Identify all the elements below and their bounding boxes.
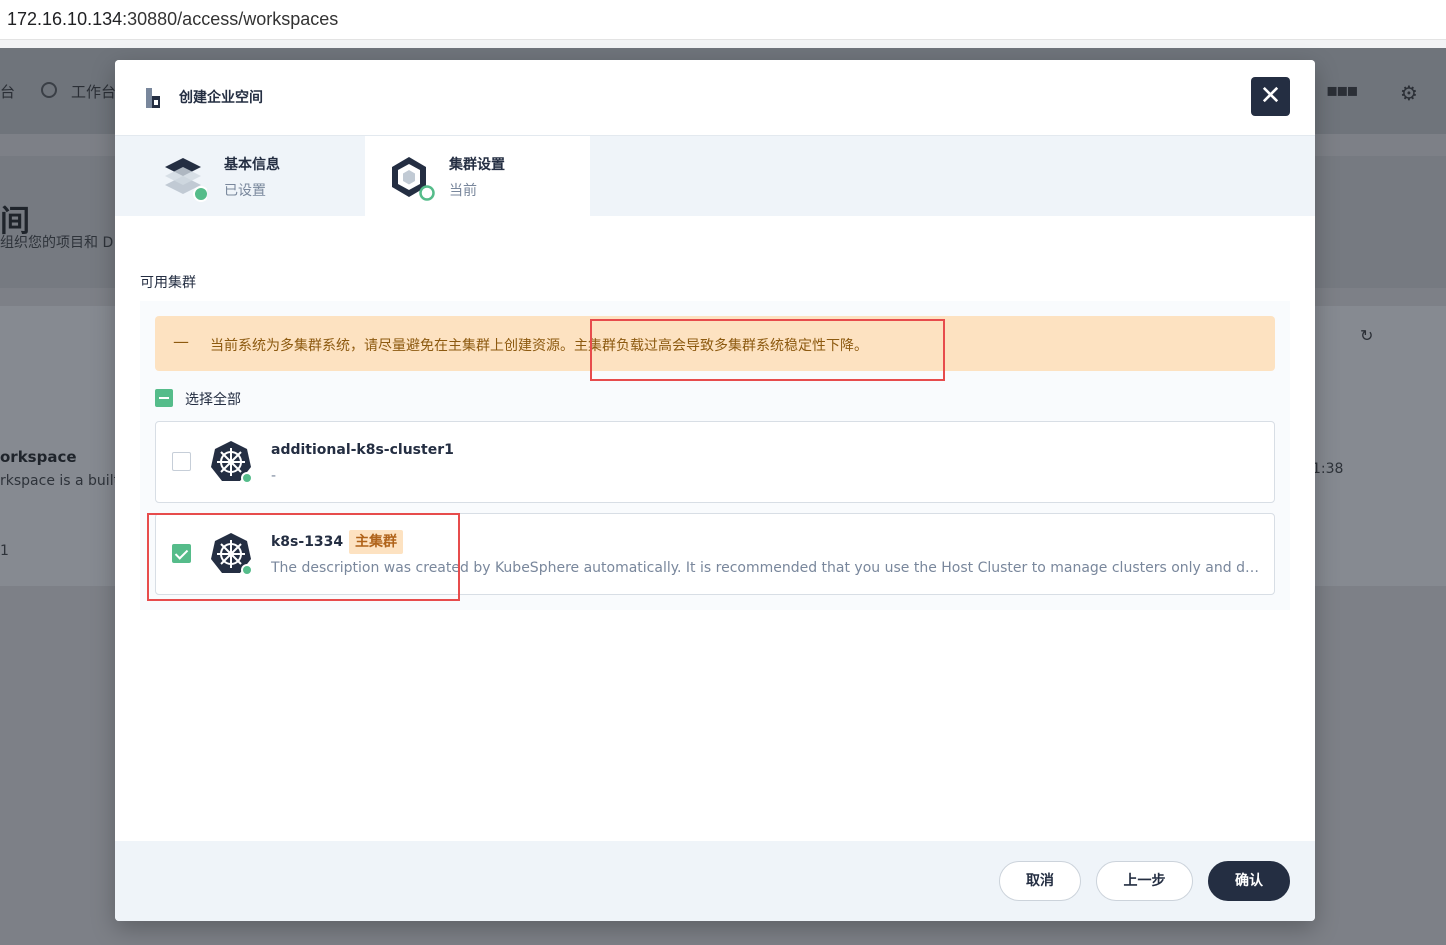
minus-icon: —	[173, 332, 189, 351]
create-workspace-modal: 创建企业空间 ✕ 基本信息 已设置 集群设置 当前 可用集群 — 当前系统为多集…	[115, 60, 1315, 921]
nav-item-fragment: 台	[0, 83, 16, 101]
modal-footer: 取消 上一步 确认	[115, 841, 1315, 921]
url-text[interactable]: 172.16.10.134:30880/access/workspaces	[7, 9, 338, 30]
confirm-button[interactable]: 确认	[1208, 861, 1290, 901]
step-title: 集群设置	[449, 157, 505, 173]
nav-item-workbench: 工作台	[71, 83, 117, 101]
workspace-time: 1:38	[1312, 461, 1344, 477]
tab-cluster-settings[interactable]: 集群设置 当前	[365, 136, 590, 216]
modal-header: 创建企业空间 ✕	[115, 60, 1315, 136]
kubernetes-icon	[211, 441, 253, 484]
page-description: 组织您的项目和 D	[0, 235, 114, 251]
cancel-button[interactable]: 取消	[999, 861, 1081, 901]
annotation-box-host-cluster	[147, 513, 460, 601]
modal-title: 创建企业空间	[179, 90, 263, 106]
step-tabs: 基本信息 已设置 集群设置 当前	[115, 136, 1315, 216]
gear-icon: ⚙	[1400, 81, 1418, 105]
cluster-item-additional-k8s-cluster1[interactable]: additional-k8s-cluster1 -	[155, 421, 1275, 503]
browser-divider	[0, 40, 1446, 48]
indeterminate-checkbox-icon[interactable]	[155, 389, 173, 407]
url-path: :30880/access/workspaces	[122, 9, 339, 29]
step-title: 基本信息	[224, 157, 280, 173]
step-status: 已设置	[224, 183, 266, 199]
url-host: 172.16.10.134	[7, 9, 123, 29]
cluster-name: additional-k8s-cluster1	[271, 442, 454, 458]
refresh-icon: ↻	[1360, 326, 1374, 345]
apps-icon: ▪▪▪	[1326, 80, 1359, 101]
cluster-description: -	[271, 468, 277, 484]
select-all-label: 选择全部	[185, 392, 241, 408]
available-clusters-label: 可用集群	[140, 275, 196, 291]
compass-icon	[41, 82, 57, 98]
close-button[interactable]: ✕	[1251, 77, 1290, 116]
enterprise-space-icon	[146, 88, 160, 108]
previous-step-button[interactable]: 上一步	[1096, 861, 1193, 901]
layers-icon	[165, 158, 207, 202]
cluster-selection-box: — 当前系统为多集群系统，请尽量避免在主集群上创建资源。主集群负载过高会导致多集…	[140, 301, 1290, 610]
tab-basic-info[interactable]: 基本信息 已设置	[115, 136, 365, 216]
step-status: 当前	[449, 183, 477, 199]
cluster-checkbox[interactable]	[172, 452, 191, 471]
browser-address-bar[interactable]: 172.16.10.134:30880/access/workspaces	[0, 0, 1446, 40]
workspace-count: 1	[0, 543, 9, 559]
workspace-name: orkspace	[0, 448, 77, 466]
cube-icon	[392, 157, 435, 201]
workspace-description: rkspace is a built-	[0, 473, 125, 489]
annotation-box-warning	[590, 319, 945, 381]
